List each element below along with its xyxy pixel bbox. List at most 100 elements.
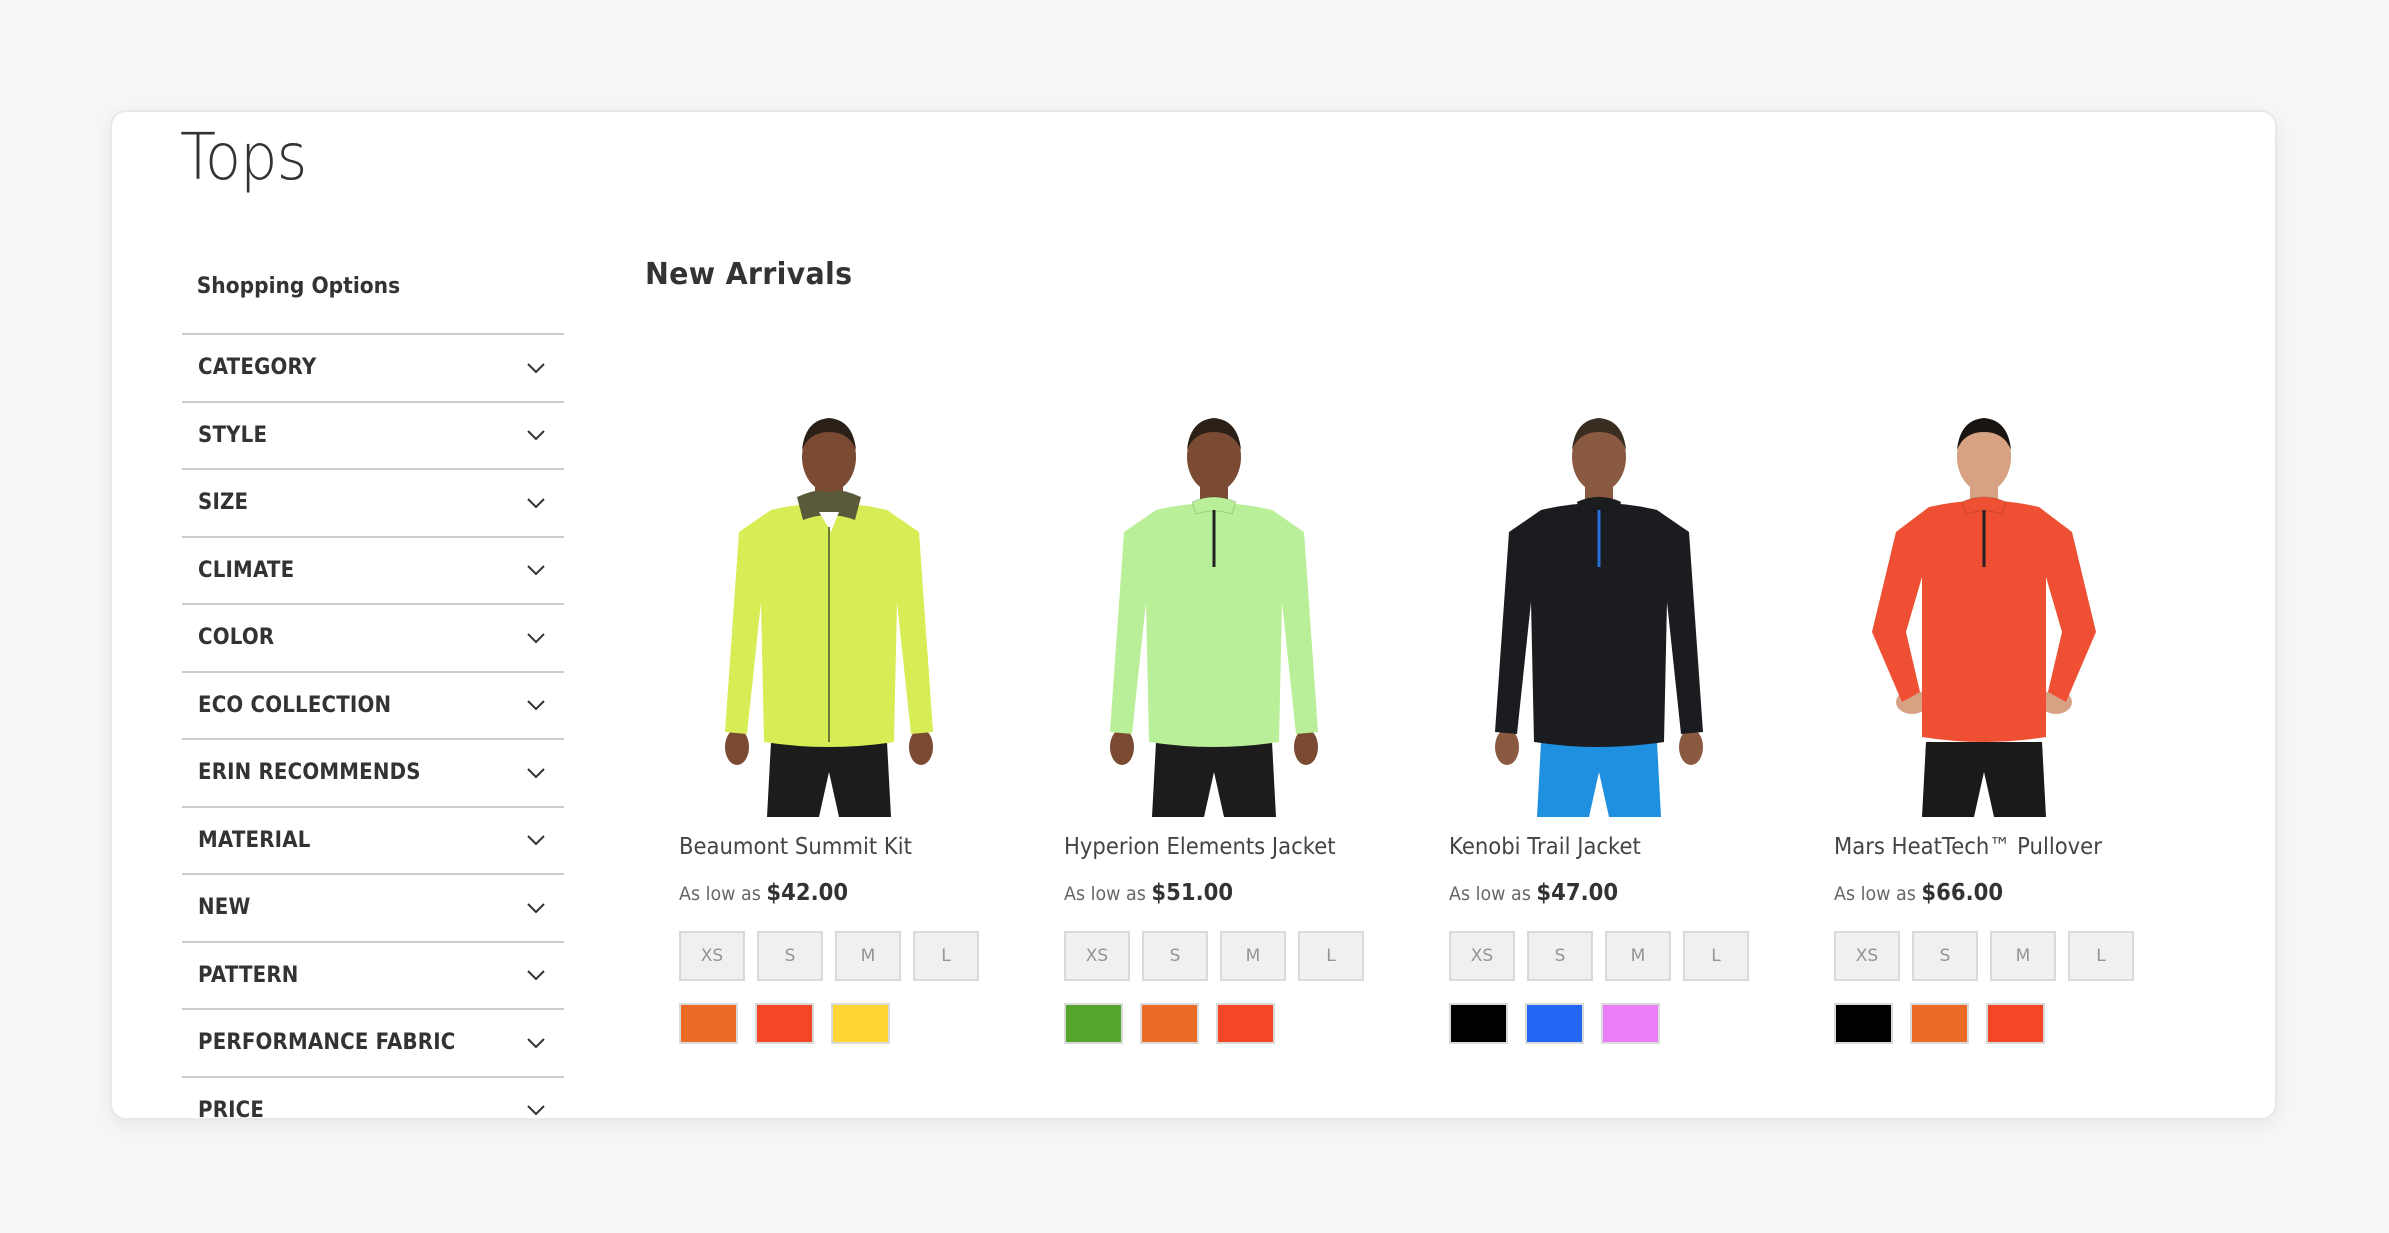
product-name-link[interactable]: Kenobi Trail Jacket	[1449, 829, 1803, 865]
color-option[interactable]	[831, 1003, 890, 1044]
chevron-down-icon	[527, 1038, 545, 1049]
product-item: Mars HeatTech™ Pullover As low as $66.00…	[1834, 402, 2219, 1044]
filter-label: SIZE	[198, 490, 249, 516]
filter-category[interactable]: CATEGORY	[182, 335, 564, 403]
size-option-l[interactable]: L	[2068, 931, 2134, 981]
color-options	[1064, 1003, 1449, 1044]
pants-shape	[1922, 742, 2046, 817]
product-image[interactable]	[1064, 402, 1364, 817]
filter-label: STYLE	[198, 422, 268, 448]
size-option-s[interactable]: S	[1527, 931, 1593, 981]
chevron-down-icon	[527, 430, 545, 441]
model-photo	[725, 418, 933, 817]
size-options: XS S M L	[679, 931, 1064, 981]
filter-eco-collection[interactable]: ECO COLLECTION	[182, 673, 564, 740]
filter-performance-fabric[interactable]: PERFORMANCE FABRIC	[182, 1010, 564, 1078]
filter-label: CATEGORY	[198, 355, 317, 381]
filter-label: PRICE	[198, 1097, 265, 1120]
filter-label: MATERIAL	[198, 827, 311, 853]
color-option[interactable]	[1601, 1003, 1660, 1044]
filter-pattern[interactable]: PATTERN	[182, 943, 564, 1010]
chevron-down-icon	[527, 363, 545, 374]
filter-style[interactable]: STYLE	[182, 403, 564, 470]
color-option[interactable]	[1986, 1003, 2045, 1044]
color-options	[1834, 1003, 2219, 1044]
size-option-l[interactable]: L	[1683, 931, 1749, 981]
filter-label: CLIMATE	[198, 557, 295, 583]
chevron-down-icon	[527, 565, 545, 576]
size-option-xs[interactable]: XS	[1449, 931, 1515, 981]
size-option-m[interactable]: M	[1990, 931, 2056, 981]
filter-label: ECO COLLECTION	[198, 692, 392, 718]
product-item: Hyperion Elements Jacket As low as $51.0…	[1064, 402, 1449, 1044]
filter-material[interactable]: MATERIAL	[182, 808, 564, 875]
price-row: As low as $42.00	[679, 875, 1033, 911]
filter-color[interactable]: COLOR	[182, 605, 564, 673]
size-options: XS S M L	[1449, 931, 1834, 981]
filter-new[interactable]: NEW	[182, 875, 564, 943]
new-arrivals-heading: New Arrivals	[645, 257, 853, 292]
size-option-xs[interactable]: XS	[1064, 931, 1130, 981]
size-option-s[interactable]: S	[757, 931, 823, 981]
shopping-options-sidebar: Shopping Options CATEGORY STYLE SIZE CLI…	[182, 267, 564, 1120]
color-option[interactable]	[679, 1003, 738, 1044]
chevron-down-icon	[527, 903, 545, 914]
size-option-m[interactable]: M	[835, 931, 901, 981]
color-option[interactable]	[1449, 1003, 1508, 1044]
chevron-down-icon	[527, 633, 545, 644]
product-name-link[interactable]: Mars HeatTech™ Pullover	[1834, 829, 2188, 865]
price-label: As low as	[1834, 883, 1922, 905]
filter-price[interactable]: PRICE	[182, 1078, 564, 1120]
product-name-link[interactable]: Hyperion Elements Jacket	[1064, 829, 1418, 865]
color-option[interactable]	[1525, 1003, 1584, 1044]
filter-climate[interactable]: CLIMATE	[182, 538, 564, 605]
product-image[interactable]	[679, 402, 979, 817]
filter-size[interactable]: SIZE	[182, 470, 564, 538]
color-options	[1449, 1003, 1834, 1044]
pants-shape	[1152, 742, 1276, 817]
product-image[interactable]	[1834, 402, 2134, 817]
chevron-down-icon	[527, 1105, 545, 1116]
size-option-xs[interactable]: XS	[679, 931, 745, 981]
filter-label: NEW	[198, 895, 251, 921]
filter-erin-recommends[interactable]: ERIN RECOMMENDS	[182, 740, 564, 808]
price-value: $66.00	[1921, 880, 2004, 906]
shopping-options-heading: Shopping Options	[196, 274, 401, 299]
filter-label: ERIN RECOMMENDS	[198, 760, 421, 786]
chevron-down-icon	[527, 700, 545, 711]
filter-label: COLOR	[198, 625, 275, 651]
color-option[interactable]	[755, 1003, 814, 1044]
price-value: $42.00	[766, 880, 849, 906]
category-page-card: Tops Shopping Options CATEGORY STYLE SIZ…	[110, 110, 2277, 1120]
product-name-link[interactable]: Beaumont Summit Kit	[679, 829, 1033, 865]
filter-list: CATEGORY STYLE SIZE CLIMATE COLOR ECO CO…	[182, 333, 564, 1120]
product-item: Beaumont Summit Kit As low as $42.00 XS S…	[679, 402, 1064, 1044]
price-label: As low as	[1064, 883, 1152, 905]
price-value: $51.00	[1151, 880, 1234, 906]
size-options: XS S M L	[1834, 931, 2219, 981]
color-option[interactable]	[1140, 1003, 1199, 1044]
page-title: Tops	[180, 121, 307, 195]
color-option[interactable]	[1910, 1003, 1969, 1044]
size-option-s[interactable]: S	[1912, 931, 1978, 981]
pants-shape	[767, 742, 891, 817]
size-option-m[interactable]: M	[1220, 931, 1286, 981]
pants-shape	[1537, 742, 1661, 817]
size-option-s[interactable]: S	[1142, 931, 1208, 981]
size-option-l[interactable]: L	[1298, 931, 1364, 981]
color-options	[679, 1003, 1064, 1044]
price-row: As low as $66.00	[1834, 875, 2188, 911]
size-option-l[interactable]: L	[913, 931, 979, 981]
product-item: Kenobi Trail Jacket As low as $47.00 XS S…	[1449, 402, 1834, 1044]
size-options: XS S M L	[1064, 931, 1449, 981]
product-image[interactable]	[1449, 402, 1749, 817]
size-option-xs[interactable]: XS	[1834, 931, 1900, 981]
filter-label: PERFORMANCE FABRIC	[198, 1030, 456, 1056]
price-value: $47.00	[1536, 880, 1619, 906]
color-option[interactable]	[1064, 1003, 1123, 1044]
filter-label: PATTERN	[198, 962, 299, 988]
size-option-m[interactable]: M	[1605, 931, 1671, 981]
color-option[interactable]	[1834, 1003, 1893, 1044]
color-option[interactable]	[1216, 1003, 1275, 1044]
price-label: As low as	[1449, 883, 1537, 905]
